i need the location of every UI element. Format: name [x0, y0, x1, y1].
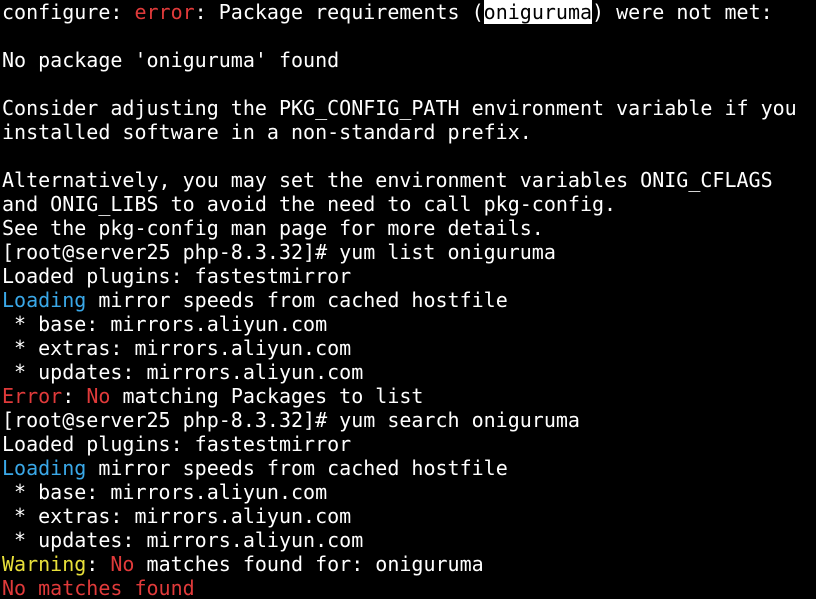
terminal-line: * base: mirrors.aliyun.com [2, 312, 816, 336]
terminal-line: [root@server25 php-8.3.32]# yum list oni… [2, 240, 816, 264]
terminal-output[interactable]: configure: error: Package requirements (… [0, 0, 816, 599]
terminal-text: * base: mirrors.aliyun.com [2, 312, 328, 336]
terminal-line: * updates: mirrors.aliyun.com [2, 528, 816, 552]
terminal-line: Consider adjusting the PKG_CONFIG_PATH e… [2, 96, 816, 120]
terminal-text: configure: [2, 0, 135, 24]
terminal-line: Alternatively, you may set the environme… [2, 168, 816, 192]
terminal-text: Error [2, 384, 63, 408]
terminal-text: matches found for: oniguruma [134, 552, 484, 576]
terminal-text: No [86, 384, 111, 408]
terminal-line: and ONIG_LIBS to avoid the need to call … [2, 192, 816, 216]
terminal-text: matching Packages to list [110, 384, 424, 408]
terminal-text: * extras: mirrors.aliyun.com [2, 336, 352, 360]
terminal-line: installed software in a non-standard pre… [2, 120, 816, 144]
terminal-text: Consider adjusting the PKG_CONFIG_PATH e… [2, 96, 797, 120]
terminal-text: Loading [2, 288, 87, 312]
terminal-text: installed software in a non-standard pre… [2, 120, 532, 144]
terminal-text: Warning [2, 552, 87, 576]
terminal-text: * updates: mirrors.aliyun.com [2, 360, 364, 384]
terminal-text: Loaded plugins: fastestmirror [2, 264, 352, 288]
terminal-text: ) were not met: [592, 0, 773, 24]
terminal-text: No matches found [2, 576, 195, 599]
terminal-text: Loading [2, 456, 87, 480]
terminal-text: and ONIG_LIBS to avoid the need to call … [2, 192, 617, 216]
terminal-text: : Package requirements ( [194, 0, 484, 24]
terminal-line: See the pkg-config man page for more det… [2, 216, 816, 240]
terminal-text: * extras: mirrors.aliyun.com [2, 504, 352, 528]
terminal-line: Loading mirror speeds from cached hostfi… [2, 288, 816, 312]
terminal-text: error [134, 0, 195, 24]
terminal-text: [root@server25 php-8.3.32]# yum list oni… [2, 240, 556, 264]
terminal-line: Loaded plugins: fastestmirror [2, 264, 816, 288]
terminal-line: configure: error: Package requirements (… [2, 0, 816, 24]
terminal-line: No package 'oniguruma' found [2, 48, 816, 72]
terminal-text: [root@server25 php-8.3.32]# yum search o… [2, 408, 580, 432]
terminal-text: See the pkg-config man page for more det… [2, 216, 544, 240]
terminal-line: [root@server25 php-8.3.32]# yum search o… [2, 408, 816, 432]
terminal-text: : [62, 384, 87, 408]
terminal-line: * extras: mirrors.aliyun.com [2, 504, 816, 528]
terminal-line: * base: mirrors.aliyun.com [2, 480, 816, 504]
terminal-text: Alternatively, you may set the environme… [2, 168, 773, 192]
terminal-line: * updates: mirrors.aliyun.com [2, 360, 816, 384]
selected-text: oniguruma [483, 0, 593, 24]
terminal-line: Loading mirror speeds from cached hostfi… [2, 456, 816, 480]
terminal-line: No matches found [2, 576, 816, 599]
terminal-text: mirror speeds from cached hostfile [86, 456, 508, 480]
terminal-line: * extras: mirrors.aliyun.com [2, 336, 816, 360]
terminal-line: Warning: No matches found for: oniguruma [2, 552, 816, 576]
terminal-text: * updates: mirrors.aliyun.com [2, 528, 364, 552]
terminal-text: * base: mirrors.aliyun.com [2, 480, 328, 504]
terminal-line: Error: No matching Packages to list [2, 384, 816, 408]
terminal-text: : [86, 552, 111, 576]
terminal-line: Loaded plugins: fastestmirror [2, 432, 816, 456]
terminal-text: No [110, 552, 135, 576]
terminal-text: Loaded plugins: fastestmirror [2, 432, 352, 456]
terminal-text: mirror speeds from cached hostfile [86, 288, 508, 312]
terminal-text: No package 'oniguruma' found [2, 48, 340, 72]
